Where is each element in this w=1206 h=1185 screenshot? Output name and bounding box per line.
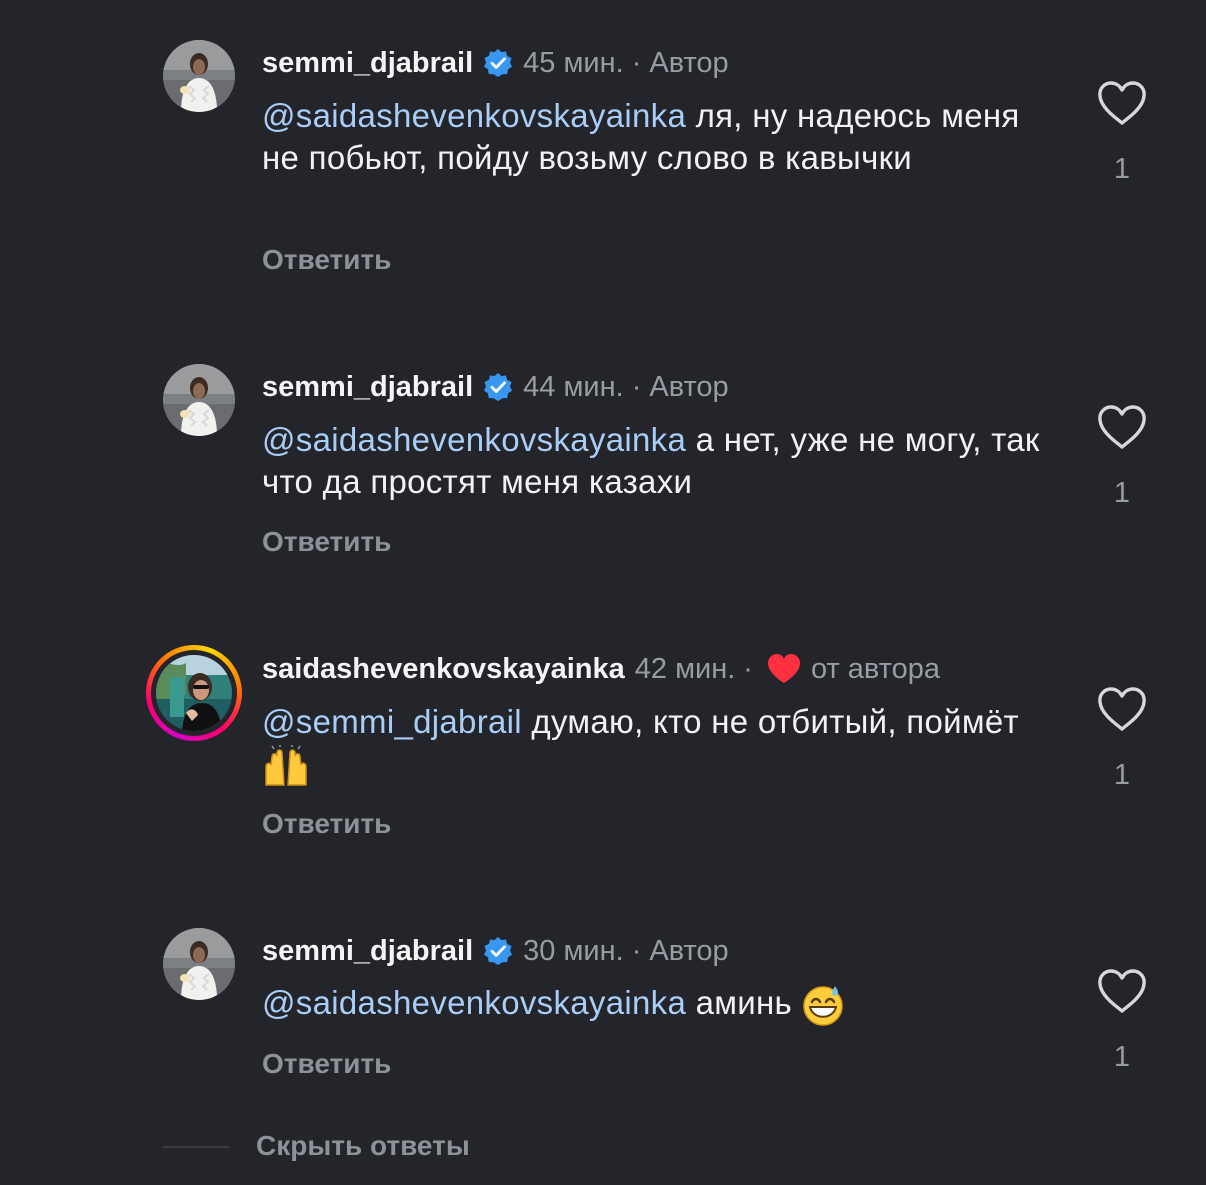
liked-by-author-label: от автора (810, 652, 941, 685)
heart-filled-icon (767, 654, 800, 683)
separator-dot: · (631, 934, 642, 967)
hide-replies-button[interactable]: Скрыть ответы (256, 1130, 470, 1162)
comment-header: semmi_djabrail 30 мин. · Автор (262, 931, 729, 971)
avatar[interactable] (163, 40, 235, 112)
like-count[interactable]: 1 (1097, 759, 1147, 792)
like-count[interactable]: 1 (1097, 1041, 1147, 1074)
timestamp: 45 мин. (523, 46, 624, 79)
like-count[interactable]: 1 (1097, 153, 1147, 186)
mention-link[interactable]: @saidashevenkovskayainka (262, 421, 686, 458)
separator-dot: · (631, 370, 642, 403)
heart-outline-icon[interactable] (1097, 80, 1147, 126)
reply-button[interactable]: Ответить (262, 1048, 391, 1080)
separator-dot: · (743, 652, 753, 685)
divider (163, 1146, 229, 1148)
like-count[interactable]: 1 (1097, 477, 1147, 510)
comment-body: аминь (686, 984, 802, 1021)
comment-header: semmi_djabrail 44 мин. · Автор (262, 367, 729, 407)
raising-hands-icon (265, 745, 307, 787)
author-badge: Автор (649, 934, 729, 967)
username[interactable]: saidashevenkovskayainka (262, 653, 625, 686)
timestamp: 30 мин. (523, 934, 624, 967)
comment-text: @semmi_djabrail думаю, кто не отбитый, п… (262, 701, 1042, 787)
author-badge: Автор (649, 370, 729, 403)
reply-button[interactable]: Ответить (262, 526, 391, 558)
verified-badge-icon (483, 48, 513, 78)
comment-header: saidashevenkovskayainka 42 мин. · от авт… (262, 649, 940, 689)
mention-link[interactable]: @saidashevenkovskayainka (262, 97, 686, 134)
comment-body: думаю, кто не отбитый, поймёт (521, 703, 1019, 740)
avatar[interactable] (163, 928, 235, 1000)
timestamp: 42 мин. (634, 652, 736, 685)
username[interactable]: semmi_djabrail (262, 935, 473, 968)
username[interactable]: semmi_djabrail (262, 371, 473, 404)
mention-link[interactable]: @semmi_djabrail (262, 703, 522, 740)
heart-outline-icon[interactable] (1097, 968, 1147, 1014)
avatar (156, 655, 232, 731)
timestamp: 44 мин. (523, 370, 624, 403)
reply-button[interactable]: Ответить (262, 244, 391, 276)
reply-button[interactable]: Ответить (262, 808, 391, 840)
avatar[interactable] (163, 364, 235, 436)
separator-dot: · (631, 46, 642, 79)
verified-badge-icon (483, 372, 513, 402)
comment-text: @saidashevenkovskayainka ля, ну надеюсь … (262, 95, 1042, 179)
username[interactable]: semmi_djabrail (262, 47, 473, 80)
mention-link[interactable]: @saidashevenkovskayainka (262, 984, 686, 1021)
comment-text: @saidashevenkovskayainka а нет, уже не м… (262, 419, 1042, 503)
comment-header: semmi_djabrail 45 мин. · Автор (262, 43, 729, 83)
grinning-sweat-icon (803, 986, 844, 1027)
author-badge: Автор (649, 46, 729, 79)
comment-text: @saidashevenkovskayainka аминь (262, 982, 1042, 1027)
heart-outline-icon[interactable] (1097, 404, 1147, 450)
avatar-story-ring[interactable] (146, 645, 242, 741)
verified-badge-icon (483, 936, 513, 966)
heart-outline-icon[interactable] (1097, 686, 1147, 732)
